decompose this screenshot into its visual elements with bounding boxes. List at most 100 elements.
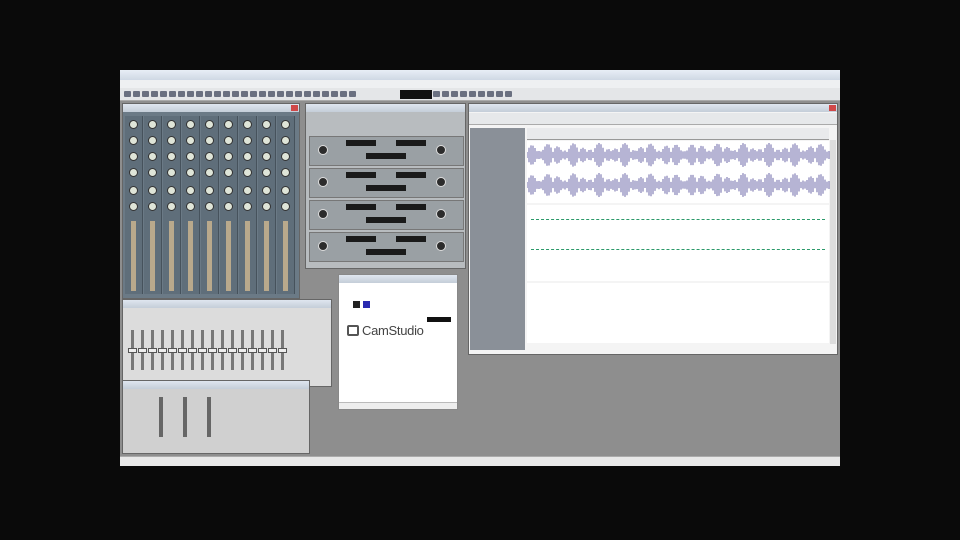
- knob-icon[interactable]: [167, 168, 176, 177]
- channel-fader[interactable]: [218, 330, 227, 370]
- channel-fader[interactable]: [183, 397, 187, 437]
- knob-icon[interactable]: [186, 168, 195, 177]
- channel-fader[interactable]: [207, 397, 211, 437]
- channel-fader[interactable]: [283, 221, 288, 291]
- toolbar-button-icon[interactable]: [250, 91, 257, 97]
- knob-icon[interactable]: [186, 136, 195, 145]
- knob-icon[interactable]: [167, 136, 176, 145]
- knob-icon[interactable]: [205, 152, 214, 161]
- knob-icon[interactable]: [148, 136, 157, 145]
- vertical-scrollbar[interactable]: [830, 140, 836, 344]
- knob-icon[interactable]: [262, 136, 271, 145]
- toolbar-button-icon[interactable]: [433, 91, 440, 97]
- knob-icon[interactable]: [186, 152, 195, 161]
- audio-lane[interactable]: [526, 141, 830, 203]
- knob-icon[interactable]: [205, 136, 214, 145]
- knob-icon[interactable]: [148, 202, 157, 211]
- channel-fader[interactable]: [138, 330, 147, 370]
- knob-icon[interactable]: [262, 152, 271, 161]
- knob-icon[interactable]: [243, 168, 252, 177]
- channel-fader[interactable]: [168, 330, 177, 370]
- knob-icon[interactable]: [148, 152, 157, 161]
- knob-icon[interactable]: [262, 120, 271, 129]
- toolbar-button-icon[interactable]: [496, 91, 503, 97]
- channel-fader[interactable]: [208, 330, 217, 370]
- knob-icon[interactable]: [186, 202, 195, 211]
- toolbar-button-icon[interactable]: [460, 91, 467, 97]
- knob-icon[interactable]: [205, 186, 214, 195]
- knob-icon[interactable]: [224, 186, 233, 195]
- knob-icon[interactable]: [243, 136, 252, 145]
- knob-icon[interactable]: [129, 168, 138, 177]
- knob-icon[interactable]: [224, 120, 233, 129]
- knob-icon[interactable]: [281, 120, 290, 129]
- knob-icon[interactable]: [167, 186, 176, 195]
- knob-icon[interactable]: [436, 145, 446, 155]
- knob-icon[interactable]: [167, 202, 176, 211]
- midi-lane[interactable]: [527, 205, 829, 281]
- channel-fader[interactable]: [169, 221, 174, 291]
- knob-icon[interactable]: [186, 120, 195, 129]
- toolbar-button-icon[interactable]: [232, 91, 239, 97]
- channel-fader[interactable]: [150, 221, 155, 291]
- knob-icon[interactable]: [318, 241, 328, 251]
- knob-icon[interactable]: [148, 120, 157, 129]
- toolbar-button-icon[interactable]: [295, 91, 302, 97]
- knob-icon[interactable]: [281, 136, 290, 145]
- toolbar-button-icon[interactable]: [487, 91, 494, 97]
- toolbar-button-icon[interactable]: [268, 91, 275, 97]
- channel-fader[interactable]: [228, 330, 237, 370]
- channel-fader[interactable]: [238, 330, 247, 370]
- knob-icon[interactable]: [281, 202, 290, 211]
- knob-icon[interactable]: [243, 120, 252, 129]
- record-icon[interactable]: [353, 301, 360, 308]
- knob-icon[interactable]: [224, 152, 233, 161]
- knob-icon[interactable]: [224, 136, 233, 145]
- toolbar-button-icon[interactable]: [277, 91, 284, 97]
- toolbar-button-icon[interactable]: [124, 91, 131, 97]
- knob-icon[interactable]: [224, 168, 233, 177]
- toolbar-button-icon[interactable]: [349, 91, 356, 97]
- knob-icon[interactable]: [243, 186, 252, 195]
- toolbar-button-icon[interactable]: [331, 91, 338, 97]
- menu-bar[interactable]: [120, 80, 840, 88]
- toolbar-button-icon[interactable]: [259, 91, 266, 97]
- knob-icon[interactable]: [281, 152, 290, 161]
- knob-icon[interactable]: [318, 177, 328, 187]
- toolbar-button-icon[interactable]: [151, 91, 158, 97]
- knob-icon[interactable]: [243, 152, 252, 161]
- knob-icon[interactable]: [167, 120, 176, 129]
- toolbar-button-icon[interactable]: [340, 91, 347, 97]
- channel-fader[interactable]: [159, 397, 163, 437]
- channel-fader[interactable]: [188, 221, 193, 291]
- toolbar-button-icon[interactable]: [133, 91, 140, 97]
- knob-icon[interactable]: [167, 152, 176, 161]
- toolbar-button-icon[interactable]: [178, 91, 185, 97]
- toolbar-button-icon[interactable]: [214, 91, 221, 97]
- channel-fader[interactable]: [198, 330, 207, 370]
- knob-icon[interactable]: [186, 186, 195, 195]
- channel-fader[interactable]: [188, 330, 197, 370]
- toolbar-button-icon[interactable]: [451, 91, 458, 97]
- knob-icon[interactable]: [262, 168, 271, 177]
- toolbar-button-icon[interactable]: [169, 91, 176, 97]
- knob-icon[interactable]: [281, 168, 290, 177]
- toolbar-button-icon[interactable]: [505, 91, 512, 97]
- knob-icon[interactable]: [318, 145, 328, 155]
- channel-fader[interactable]: [131, 221, 136, 291]
- toolbar-button-icon[interactable]: [286, 91, 293, 97]
- channel-fader[interactable]: [128, 330, 137, 370]
- toolbar-button-icon[interactable]: [478, 91, 485, 97]
- knob-icon[interactable]: [129, 136, 138, 145]
- toolbar-button-icon[interactable]: [196, 91, 203, 97]
- toolbar-button-icon[interactable]: [304, 91, 311, 97]
- toolbar-button-icon[interactable]: [442, 91, 449, 97]
- knob-icon[interactable]: [243, 202, 252, 211]
- knob-icon[interactable]: [129, 120, 138, 129]
- knob-icon[interactable]: [148, 186, 157, 195]
- knob-icon[interactable]: [436, 241, 446, 251]
- toolbar-button-icon[interactable]: [187, 91, 194, 97]
- knob-icon[interactable]: [262, 186, 271, 195]
- channel-fader[interactable]: [158, 330, 167, 370]
- knob-icon[interactable]: [205, 202, 214, 211]
